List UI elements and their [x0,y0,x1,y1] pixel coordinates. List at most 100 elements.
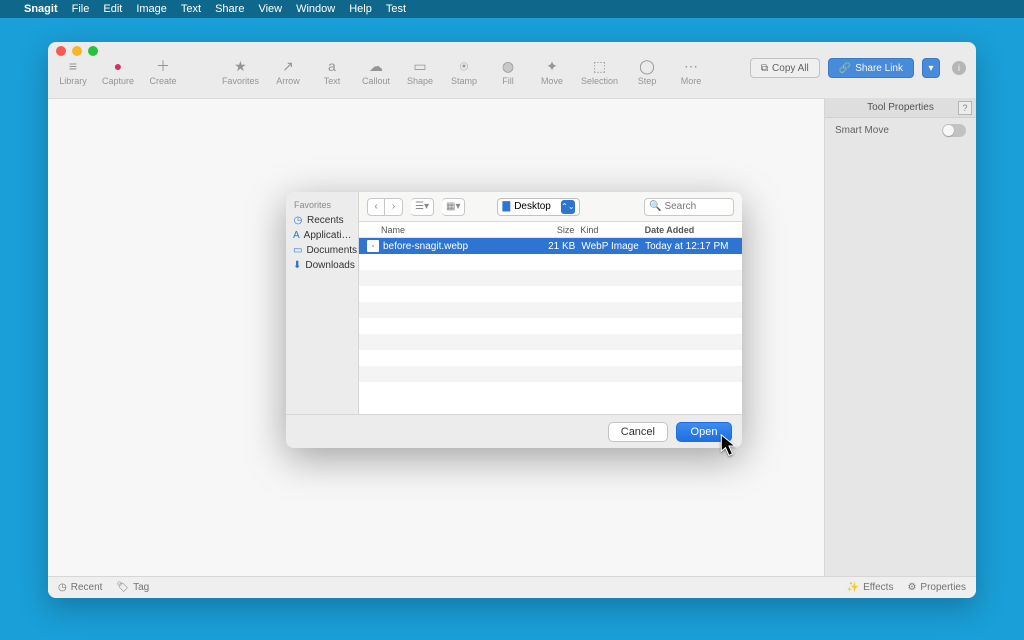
tool-more[interactable]: ⋯More [676,58,706,86]
file-row-empty [359,382,742,398]
sidebar-item-downloads[interactable]: ⬇Downloads [286,258,358,273]
info-icon[interactable]: i [952,61,966,75]
smart-move-toggle[interactable] [942,124,966,137]
file-icon: ▫ [367,240,379,252]
tool-properties-panel: Tool Properties ? Smart Move [824,98,976,576]
share-link-dropdown[interactable]: ▾ [922,58,940,78]
maximize-icon[interactable] [88,46,98,56]
sidebar-item-label: Applicati… [304,230,352,241]
minimize-icon[interactable] [72,46,82,56]
statusbar-effects[interactable]: ✨ Effects [847,582,894,593]
menubar-help[interactable]: Help [349,3,372,15]
column-date[interactable]: Date Added [645,225,734,235]
sidebar-item-applications[interactable]: A Applicati… [286,228,358,243]
sidebar-item-label: Downloads [305,260,354,271]
menubar-view[interactable]: View [258,3,282,15]
sidebar-item-documents[interactable]: ▭ Documents [286,243,358,258]
path-selector[interactable]: ▇ Desktop ⌃⌄ [497,198,579,216]
file-size: 21 KB [533,241,582,252]
macos-menubar: Snagit File Edit Image Text Share View W… [0,0,1024,18]
file-row-empty [359,350,742,366]
file-row-empty [359,302,742,318]
file-open-dialog: Favorites ◷Recents AApplicati… ▭Document… [286,192,742,448]
back-button[interactable]: ‹ [367,198,385,216]
file-row-empty [359,318,742,334]
search-field[interactable] [664,201,729,212]
menubar-appname[interactable]: Snagit [24,3,58,15]
column-name[interactable]: Name [381,225,532,235]
capture-button[interactable]: ● Capture [102,58,134,86]
tool-label: Arrow [276,76,300,86]
menubar-window[interactable]: Window [296,3,335,15]
menubar-text[interactable]: Text [181,3,201,15]
list-icon: ☰ [415,201,424,212]
menubar-file[interactable]: File [72,3,90,15]
properties-label: Properties [920,582,966,593]
shape-icon: ▭ [412,58,428,74]
selection-icon: ⬚ [591,58,607,74]
link-icon: 🔗 [839,63,851,74]
column-kind[interactable]: Kind [580,225,644,235]
library-button[interactable]: ≡ Library [58,58,88,86]
help-icon[interactable]: ? [958,101,972,115]
sidebar-item-recents[interactable]: ◷Recents [286,213,358,228]
file-list[interactable]: ▫ before-snagit.webp 21 KB WebP Image To… [359,238,742,414]
statusbar-properties[interactable]: ⚙ Properties [907,582,966,593]
library-label: Library [59,76,87,86]
tool-stamp[interactable]: ⍟Stamp [449,58,479,86]
record-icon: ● [110,58,126,74]
tool-favorites[interactable]: ★Favorites [222,58,259,86]
tool-callout[interactable]: ☁ Callout [361,58,391,86]
gear-icon: ⚙ [907,582,916,593]
tool-selection[interactable]: ⬚Selection [581,58,618,86]
tool-shape[interactable]: ▭ Shape [405,58,435,86]
callout-icon: ☁ [368,58,384,74]
column-size[interactable]: Size [532,225,581,235]
share-link-button[interactable]: 🔗 Share Link [828,58,914,78]
statusbar-recent[interactable]: ◷Recent [58,582,102,593]
tool-step[interactable]: ◯Step [632,58,662,86]
applications-icon: A [293,230,300,241]
forward-button[interactable]: › [385,198,403,216]
wand-icon: ✨ [847,582,859,593]
view-mode-list[interactable]: ☰ ▾ [411,198,434,216]
file-row-empty [359,366,742,382]
tool-label: Shape [407,76,433,86]
tool-text[interactable]: aText [317,58,347,86]
tool-arrow[interactable]: ↗ Arrow [273,58,303,86]
chevron-updown-icon: ⌃⌄ [561,200,575,214]
file-row-empty [359,286,742,302]
dialog-toolbar: ‹ › ☰ ▾ ▦ ▾ ▇ Desktop ⌃⌄ 🔍 [359,192,742,222]
group-mode[interactable]: ▦ ▾ [442,198,465,216]
documents-icon: ▭ [293,245,302,256]
tool-label: Callout [362,76,390,86]
menubar-test[interactable]: Test [386,3,406,15]
copy-all-button[interactable]: ⧉ Copy All [750,58,820,78]
menubar-share[interactable]: Share [215,3,244,15]
grid-icon: ▦ [446,201,455,212]
tool-label: Move [541,76,563,86]
close-icon[interactable] [56,46,66,56]
menubar-image[interactable]: Image [136,3,167,15]
smart-move-label: Smart Move [835,125,889,136]
sidebar-item-label: Recents [307,215,344,226]
capture-label: Capture [102,76,134,86]
tool-label: Favorites [222,76,259,86]
plus-icon: ＋ [155,58,171,74]
arrow-icon: ↗ [280,58,296,74]
create-button[interactable]: ＋ Create [148,58,178,86]
effects-label: Effects [863,582,893,593]
statusbar-tag[interactable]: 🏷Tag [116,582,149,593]
sidebar-item-label: Documents [306,245,357,256]
cancel-button[interactable]: Cancel [608,422,668,442]
search-input[interactable]: 🔍 [644,198,734,216]
menubar-edit[interactable]: Edit [103,3,122,15]
file-row-empty [359,334,742,350]
tool-move[interactable]: ✦Move [537,58,567,86]
nav-back-forward: ‹ › [367,198,403,216]
file-row[interactable]: ▫ before-snagit.webp 21 KB WebP Image To… [359,238,742,254]
open-button[interactable]: Open [676,422,732,442]
tag-label: Tag [133,582,149,593]
dialog-footer: Cancel Open [286,414,742,448]
tool-fill[interactable]: ◍Fill [493,58,523,86]
